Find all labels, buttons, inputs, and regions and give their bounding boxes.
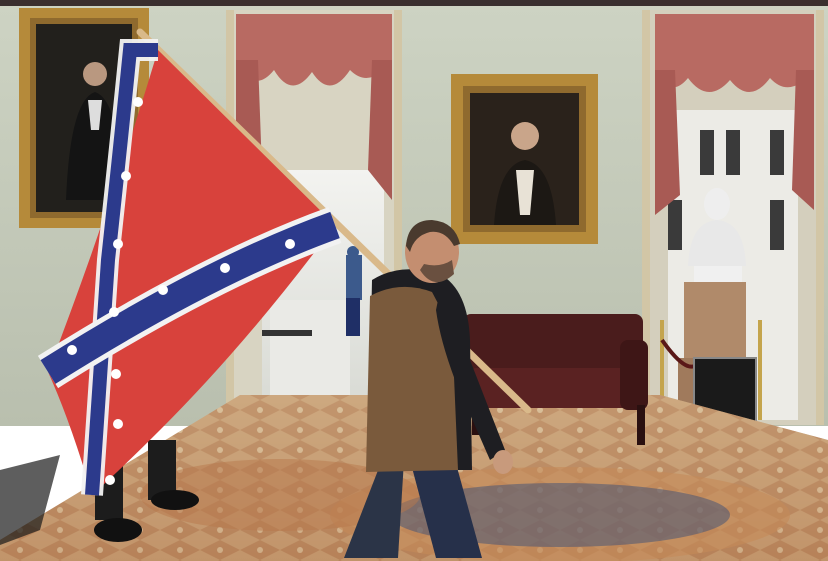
top-border [0, 0, 828, 6]
right-doorway [642, 10, 824, 429]
photo-canvas [0, 0, 828, 561]
photo-scene [0, 0, 828, 561]
center-portrait [451, 74, 598, 244]
